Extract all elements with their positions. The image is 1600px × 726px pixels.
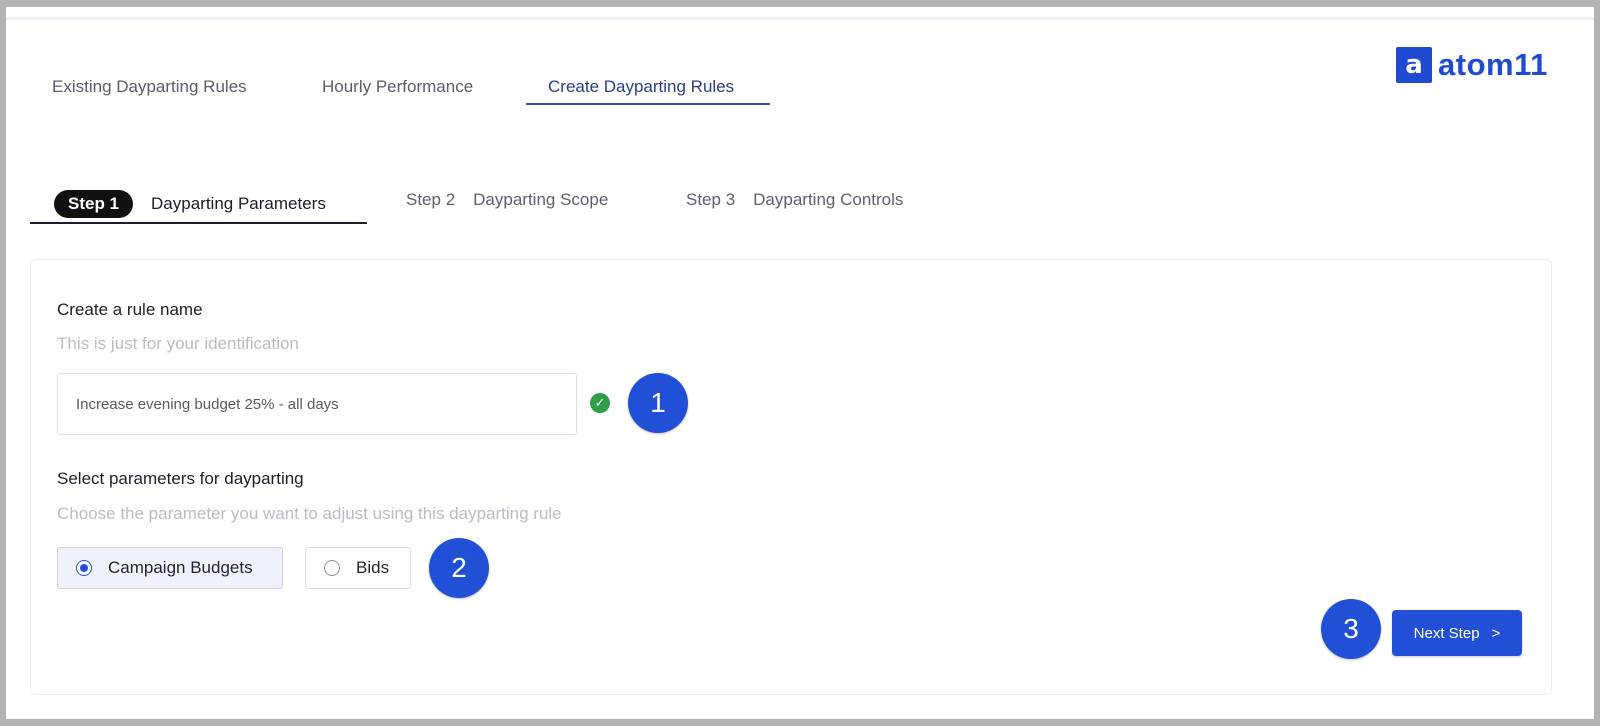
callout-1: 1 — [628, 373, 688, 433]
step-1-label: Dayparting Parameters — [151, 194, 326, 213]
main-tab-bar: Existing Dayparting Rules Hourly Perform… — [6, 7, 1594, 127]
rule-name-hint: This is just for your identification — [57, 334, 299, 353]
option-bids[interactable]: Bids — [305, 547, 411, 589]
next-step-button[interactable]: Next Step > — [1392, 610, 1522, 656]
option-bids-label: Bids — [356, 558, 390, 577]
logo-text: atom11 — [1438, 47, 1548, 82]
rule-name-input[interactable]: Increase evening budget 25% - all days — [57, 373, 577, 435]
parameters-hint: Choose the parameter you want to adjust … — [57, 504, 562, 523]
step-3-tab[interactable]: Step 3 Dayparting Controls — [686, 190, 903, 210]
step-3-badge: Step 3 — [686, 190, 736, 209]
next-step-label: Next Step — [1413, 624, 1480, 642]
option-campaign-budgets[interactable]: Campaign Budgets — [57, 547, 283, 589]
step-1-badge: Step 1 — [54, 190, 134, 218]
app-window: Existing Dayparting Rules Hourly Perform… — [6, 7, 1594, 719]
callout-2: 2 — [429, 538, 489, 598]
radio-unselected-icon[interactable] — [324, 560, 340, 576]
parameters-heading: Select parameters for dayparting — [57, 469, 304, 488]
step-form-card: Create a rule name This is just for your… — [30, 259, 1552, 695]
step-2-label: Dayparting Scope — [473, 190, 609, 209]
radio-selected-icon[interactable] — [76, 560, 92, 576]
step-3-label: Dayparting Controls — [753, 190, 904, 209]
tab-hourly-performance[interactable]: Hourly Performance — [322, 77, 473, 97]
callout-3: 3 — [1321, 599, 1381, 659]
active-step-indicator — [30, 222, 367, 224]
rule-name-heading: Create a rule name — [57, 300, 203, 319]
tab-create-dayparting-rules[interactable]: Create Dayparting Rules — [548, 77, 734, 97]
step-tabs: Step 1 Dayparting Parameters Step 2 Dayp… — [6, 182, 1594, 232]
step-2-badge: Step 2 — [406, 190, 456, 209]
step-2-tab[interactable]: Step 2 Dayparting Scope — [406, 190, 608, 210]
tab-existing-dayparting-rules[interactable]: Existing Dayparting Rules — [52, 77, 247, 97]
active-tab-indicator — [526, 103, 770, 105]
option-campaign-budgets-label: Campaign Budgets — [108, 558, 253, 577]
logo-mark-icon: a — [1396, 47, 1432, 83]
check-circle-icon: ✓ — [590, 393, 610, 413]
step-1-tab[interactable]: Step 1 Dayparting Parameters — [54, 190, 326, 218]
chevron-right-icon: > — [1491, 624, 1501, 642]
atom11-logo: a atom11 — [1396, 47, 1548, 83]
